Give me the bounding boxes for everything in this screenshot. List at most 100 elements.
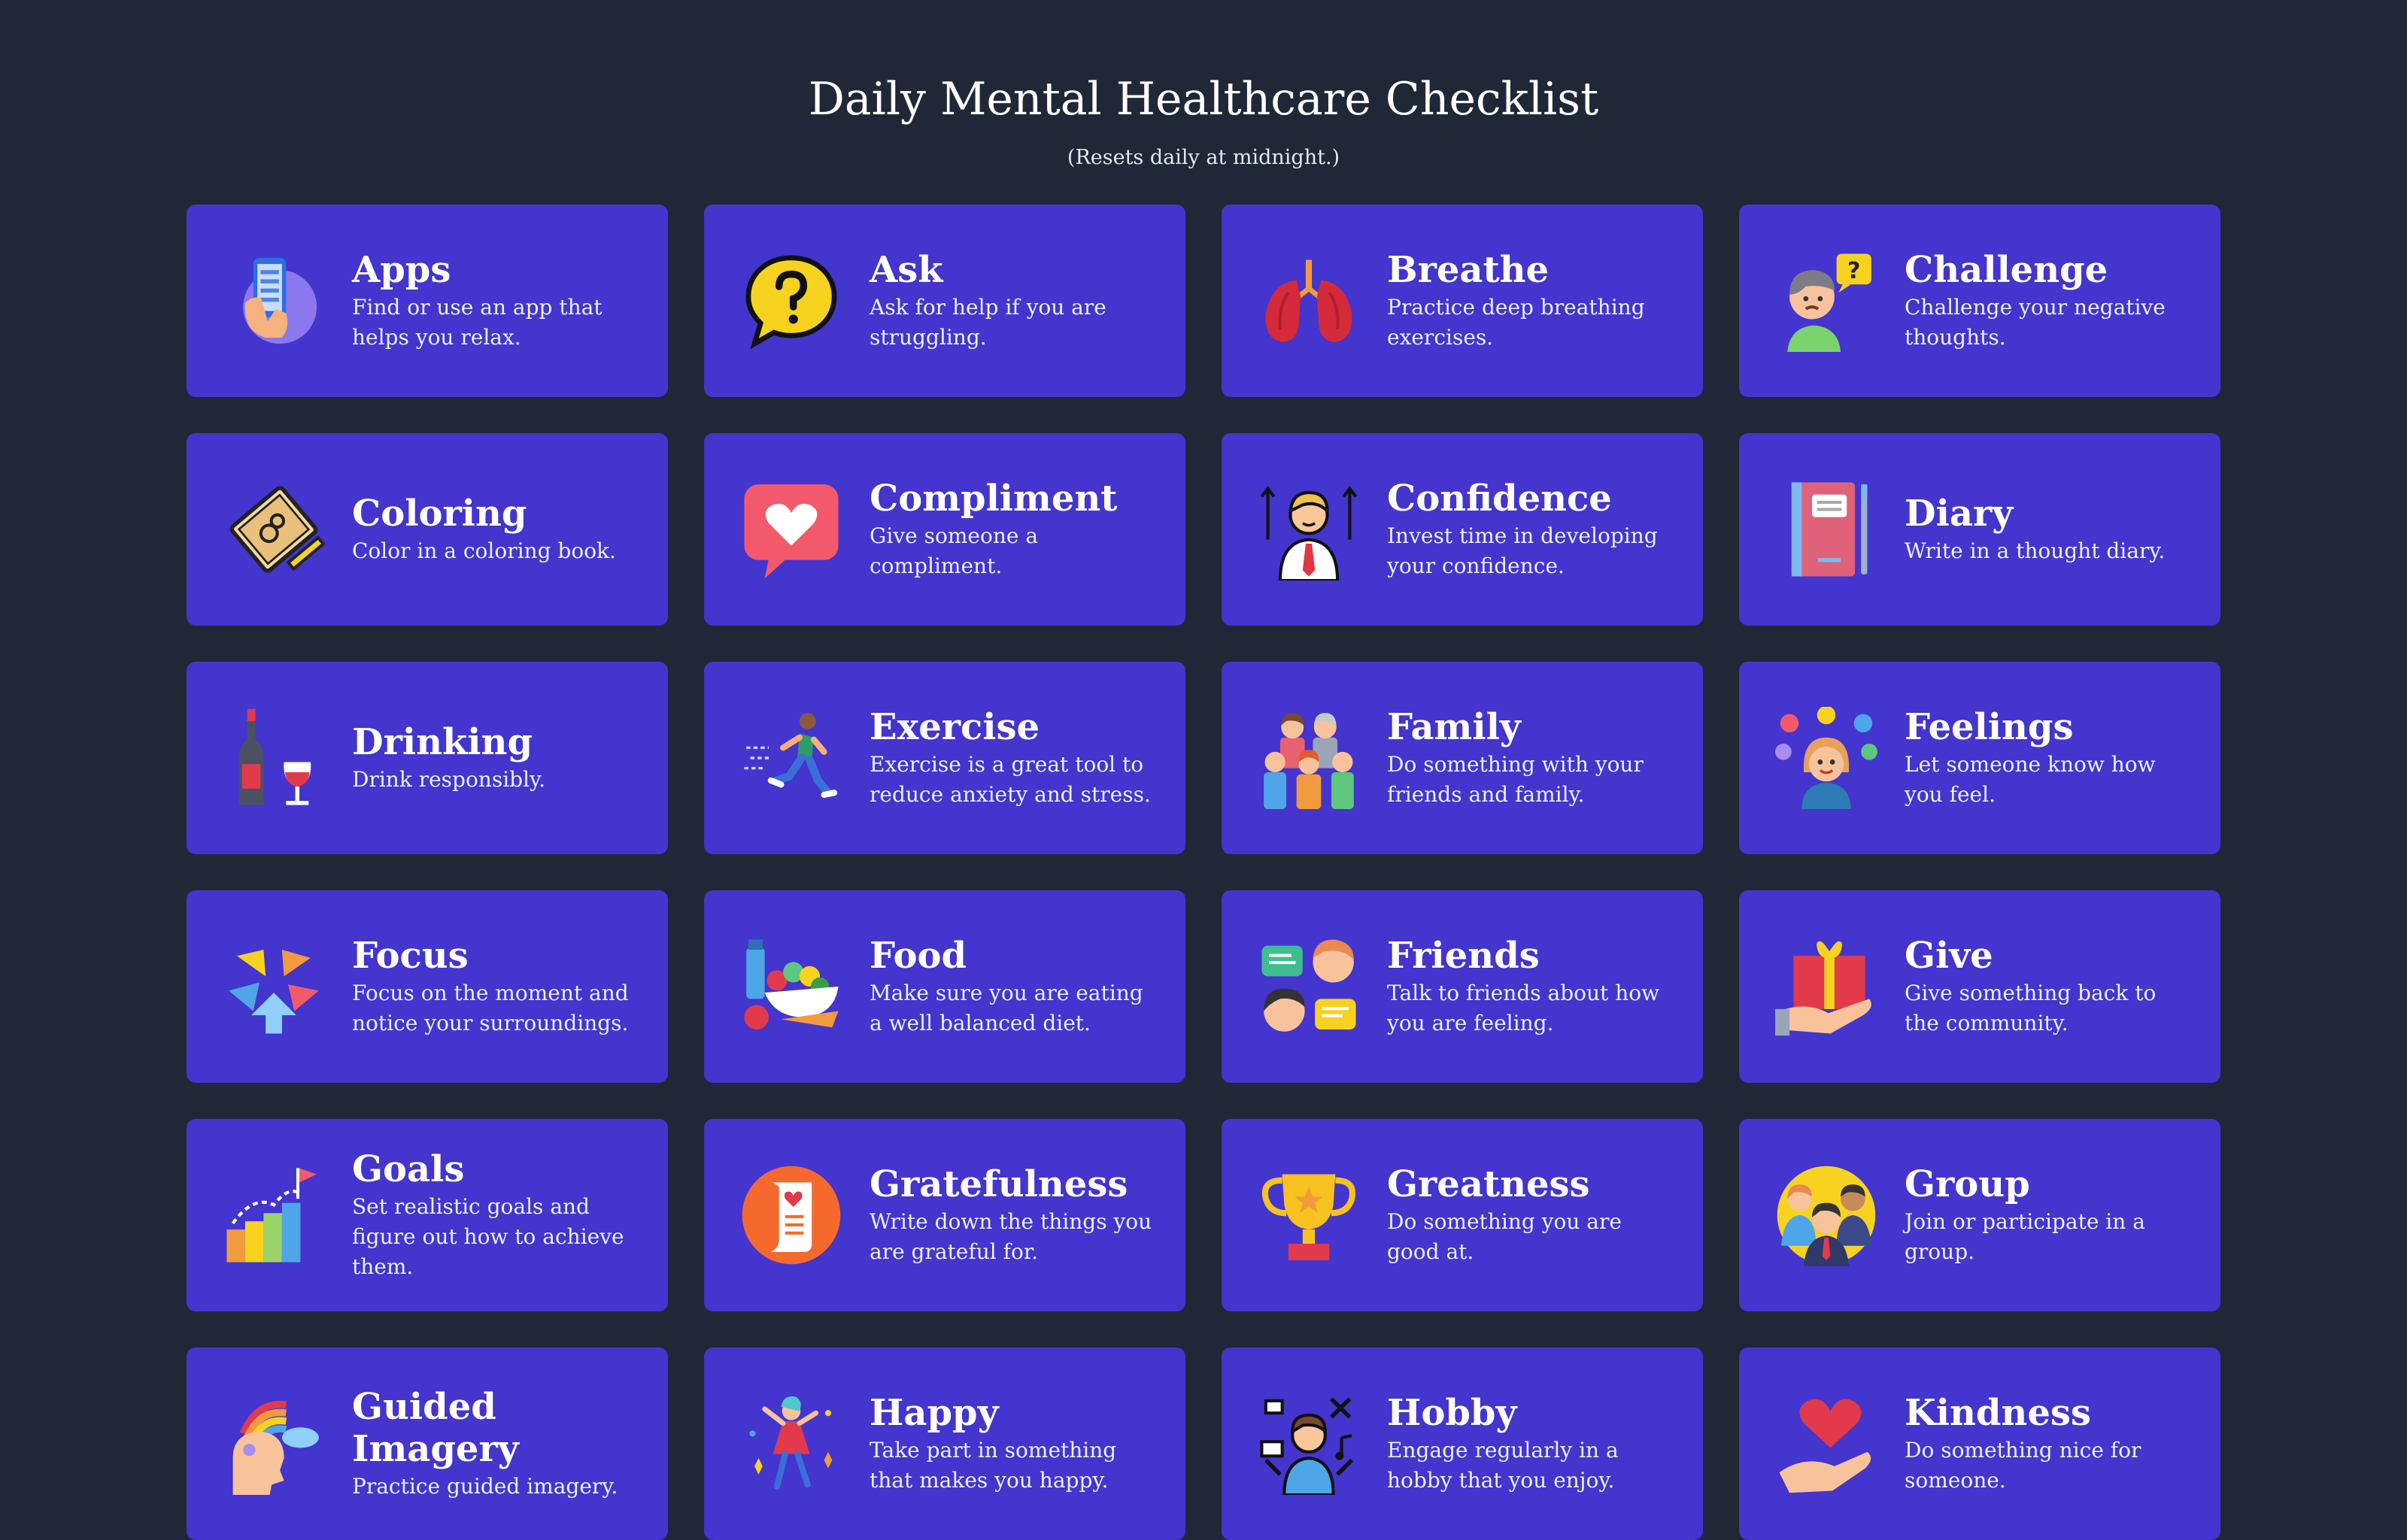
card-description: Talk to friends about how you are feelin…	[1387, 981, 1660, 1035]
card-description: Invest time in developing your confidenc…	[1387, 523, 1658, 578]
card-title: Guided Imagery	[352, 1386, 519, 1470]
card-title: Exercise	[870, 706, 1040, 748]
wine-icon	[223, 707, 325, 809]
card-title: Breathe	[1387, 249, 1550, 291]
card-description: Do something with your friends and famil…	[1387, 752, 1644, 807]
card-title: Challenge	[1905, 249, 2108, 291]
group-icon	[1775, 1164, 1877, 1266]
card-description: Make sure you are eating a well balanced…	[870, 981, 1143, 1035]
checklist-card-greatness[interactable]: Greatness Do something you are good at.	[1222, 1119, 1703, 1311]
card-description: Let someone know how you feel.	[1905, 752, 2156, 807]
focus-arrows-icon	[223, 935, 325, 1038]
checklist-card-goals[interactable]: Goals Set realistic goals and figure out…	[187, 1119, 668, 1311]
card-title: Confidence	[1387, 477, 1612, 520]
checklist-card-challenge[interactable]: ? Challenge Challenge your negative thou…	[1739, 205, 2220, 397]
checklist-card-gratefulness[interactable]: Gratefulness Write down the things you a…	[704, 1119, 1185, 1311]
checklist-card-food[interactable]: Food Make sure you are eating a well bal…	[704, 890, 1185, 1083]
card-title: Food	[870, 935, 967, 977]
card-title: Compliment	[870, 477, 1118, 520]
coloring-book-icon	[223, 478, 325, 581]
card-description: Join or participate in a group.	[1905, 1209, 2145, 1264]
thinking-person-icon: ?	[1775, 250, 1877, 352]
friends-chat-icon	[1258, 935, 1360, 1038]
checklist-card-apps[interactable]: Apps Find or use an app that helps you r…	[187, 205, 668, 397]
heart-bubble-icon	[740, 478, 842, 581]
card-description: Ask for help if you are struggling.	[870, 295, 1106, 350]
card-description: Take part in something that makes you ha…	[870, 1438, 1117, 1493]
checklist-card-kindness[interactable]: Kindness Do something nice for someone.	[1739, 1348, 2220, 1540]
card-title: Friends	[1387, 935, 1540, 977]
card-title: Happy	[870, 1392, 999, 1434]
runner-icon	[740, 707, 842, 809]
card-description: Exercise is a great tool to reduce anxie…	[870, 752, 1151, 807]
checklist-card-family[interactable]: Family Do something with your friends an…	[1222, 662, 1703, 854]
checklist-card-guided-imagery[interactable]: Guided Imagery Practice guided imagery.	[187, 1348, 668, 1540]
lungs-icon	[1258, 250, 1360, 352]
checklist-card-feelings[interactable]: Feelings Let someone know how you feel.	[1739, 662, 2220, 854]
grateful-scroll-icon	[740, 1164, 842, 1266]
checklist-card-coloring[interactable]: Coloring Color in a coloring book.	[187, 433, 668, 626]
card-description: Set realistic goals and figure out how t…	[352, 1194, 624, 1279]
confident-person-icon	[1258, 478, 1360, 581]
card-title: Family	[1387, 706, 1521, 748]
trophy-icon	[1258, 1164, 1360, 1266]
card-title: Ask	[870, 249, 943, 291]
hobby-person-icon	[1258, 1393, 1360, 1495]
card-description: Color in a coloring book.	[352, 538, 616, 563]
checklist-card-group[interactable]: Group Join or participate in a group.	[1739, 1119, 2220, 1311]
checklist-card-happy[interactable]: Happy Take part in something that makes …	[704, 1348, 1185, 1540]
card-title: Coloring	[352, 493, 527, 535]
feelings-icon	[1775, 707, 1877, 809]
checklist-card-ask[interactable]: Ask Ask for help if you are struggling.	[704, 205, 1185, 397]
card-description: Drink responsibly.	[352, 767, 546, 792]
phone-app-icon	[223, 250, 325, 352]
checklist-card-confidence[interactable]: Confidence Invest time in developing you…	[1222, 433, 1703, 626]
family-icon	[1258, 707, 1360, 809]
card-title: Apps	[352, 249, 451, 291]
card-title: Goals	[352, 1148, 465, 1190]
card-description: Practice deep breathing exercises.	[1387, 295, 1645, 350]
checklist-card-friends[interactable]: Friends Talk to friends about how you ar…	[1222, 890, 1703, 1083]
checklist-card-hobby[interactable]: Hobby Engage regularly in a hobby that y…	[1222, 1348, 1703, 1540]
page-title: Daily Mental Healthcare Checklist	[808, 73, 1599, 126]
card-description: Challenge your negative thoughts.	[1905, 295, 2166, 350]
card-description: Write down the things you are grateful f…	[870, 1209, 1152, 1264]
card-title: Gratefulness	[870, 1163, 1128, 1205]
card-title: Focus	[352, 935, 469, 977]
page-header: Daily Mental Healthcare Checklist (Reset…	[0, 0, 2407, 173]
goal-chart-icon	[223, 1164, 325, 1266]
card-title: Kindness	[1905, 1392, 2091, 1434]
card-title: Give	[1905, 935, 1993, 977]
dancing-person-icon	[740, 1393, 842, 1495]
card-description: Give someone a compliment.	[870, 523, 1039, 578]
checklist-card-exercise[interactable]: Exercise Exercise is a great tool to red…	[704, 662, 1185, 854]
heart-hand-icon	[1775, 1393, 1877, 1495]
gift-hand-icon	[1775, 935, 1877, 1038]
card-title: Feelings	[1905, 706, 2074, 748]
card-description: Do something nice for someone.	[1905, 1438, 2141, 1493]
checklist-card-focus[interactable]: Focus Focus on the moment and notice you…	[187, 890, 668, 1083]
card-title: Greatness	[1387, 1163, 1590, 1205]
card-description: Engage regularly in a hobby that you enj…	[1387, 1438, 1619, 1493]
checklist-card-diary[interactable]: Diary Write in a thought diary.	[1739, 433, 2220, 626]
card-title: Diary	[1905, 493, 2014, 535]
card-description: Do something you are good at.	[1387, 1209, 1622, 1264]
card-description: Focus on the moment and notice your surr…	[352, 981, 629, 1035]
question-bubble-icon	[740, 250, 842, 352]
svg-text:?: ?	[1847, 258, 1860, 284]
card-description: Find or use an app that helps you relax.	[352, 295, 603, 350]
diary-icon	[1775, 478, 1877, 581]
checklist-card-give[interactable]: Give Give something back to the communit…	[1739, 890, 2220, 1083]
healthy-food-icon	[740, 935, 842, 1038]
card-title: Hobby	[1387, 1392, 1517, 1434]
card-description: Practice guided imagery.	[352, 1474, 618, 1499]
page-subtitle: (Resets daily at midnight.)	[1067, 146, 1340, 169]
checklist-card-drinking[interactable]: Drinking Drink responsibly.	[187, 662, 668, 854]
card-description: Write in a thought diary.	[1905, 538, 2166, 563]
checklist-card-breathe[interactable]: Breathe Practice deep breathing exercise…	[1222, 205, 1703, 397]
checklist-card-compliment[interactable]: Compliment Give someone a compliment.	[704, 433, 1185, 626]
card-title: Drinking	[352, 721, 533, 763]
card-title: Group	[1905, 1163, 2030, 1205]
imagination-icon	[223, 1393, 325, 1495]
checklist-grid: Apps Find or use an app that helps you r…	[187, 205, 2220, 1540]
